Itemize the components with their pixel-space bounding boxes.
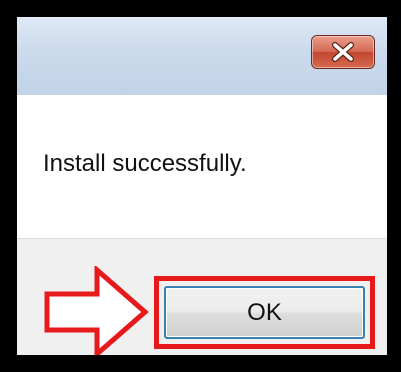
right-arrow-icon: [44, 266, 149, 355]
dialog-message: Install successfully.: [43, 150, 247, 177]
close-icon: [332, 42, 354, 62]
close-button[interactable]: [311, 35, 375, 69]
message-dialog: Install successfully. OK: [17, 17, 387, 355]
button-area: OK: [17, 238, 387, 355]
screenshot-frame: Install successfully. OK: [0, 0, 401, 372]
dialog-content: Install successfully.: [17, 95, 387, 238]
title-bar: [17, 17, 387, 95]
ok-button[interactable]: OK: [164, 286, 365, 339]
